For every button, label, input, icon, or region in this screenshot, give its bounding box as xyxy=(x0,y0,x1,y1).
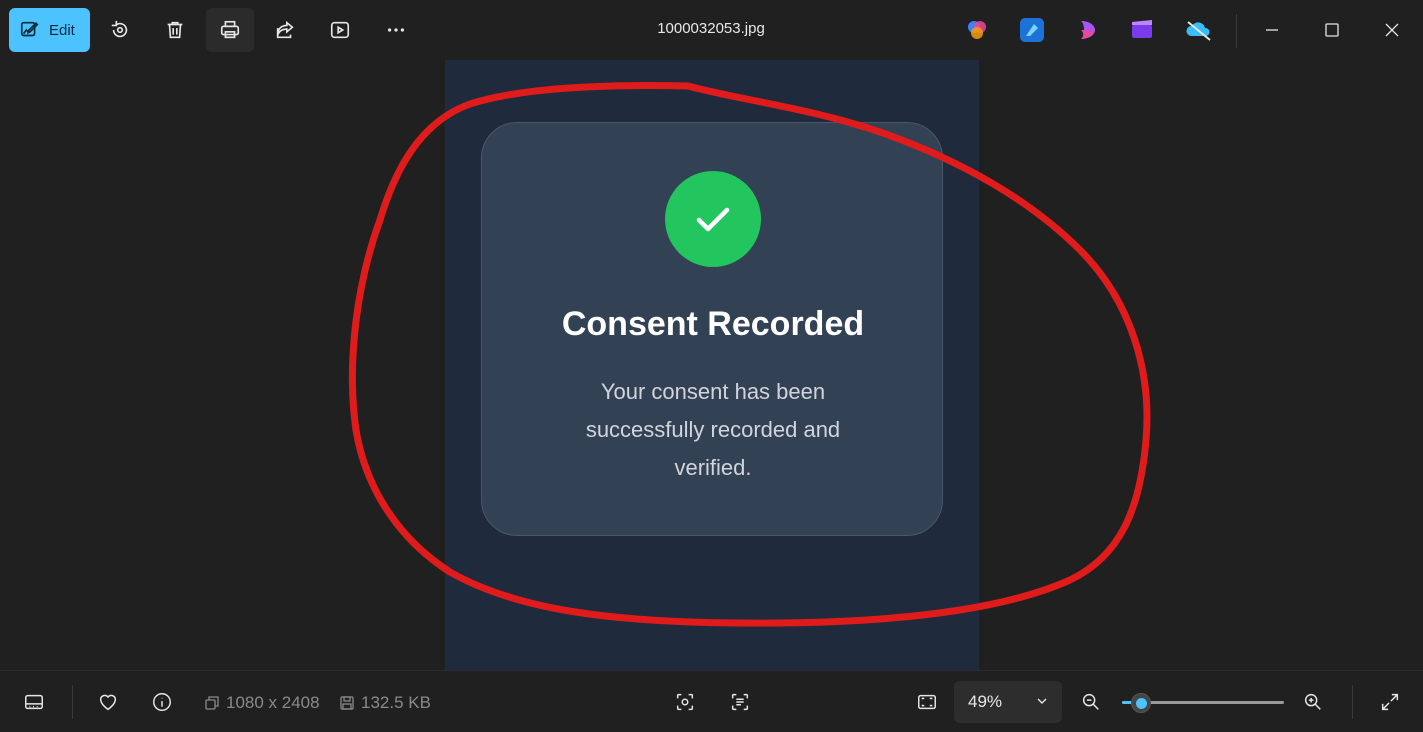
fullscreen-button[interactable] xyxy=(1370,683,1410,721)
zoom-in-button[interactable] xyxy=(1293,683,1333,721)
fullscreen-icon xyxy=(1381,693,1399,711)
info-button[interactable] xyxy=(142,683,182,721)
designer-icon[interactable] xyxy=(1020,18,1044,42)
minimize-button[interactable] xyxy=(1252,10,1292,50)
print-button[interactable] xyxy=(206,8,254,52)
fit-to-window-button[interactable] xyxy=(907,683,947,721)
edit-button[interactable]: Edit xyxy=(9,8,90,52)
zoom-level-value: 49% xyxy=(968,692,1003,711)
title-toolbar: Edit 1000032053.jpg xyxy=(0,0,1423,60)
favorite-icon xyxy=(99,694,117,711)
zoom-out-button[interactable] xyxy=(1071,683,1111,721)
filmstrip-button[interactable] xyxy=(14,683,54,721)
save-size-icon xyxy=(340,696,354,710)
maximize-button[interactable] xyxy=(1312,10,1352,50)
info-icon xyxy=(153,693,171,711)
file-size-value: 132.5 KB xyxy=(361,693,431,712)
filmstrip-icon xyxy=(25,694,43,710)
file-name-title: 1000032053.jpg xyxy=(657,20,765,37)
copilot-icon[interactable] xyxy=(965,18,989,42)
fit-window-icon xyxy=(918,694,936,710)
statusbar-divider-2 xyxy=(1352,685,1353,719)
close-icon xyxy=(1385,23,1399,37)
photo-content: Consent Recorded Your consent has been s… xyxy=(445,60,979,670)
share-button[interactable] xyxy=(261,8,309,52)
rotate-icon xyxy=(111,20,128,38)
share-icon xyxy=(276,20,294,39)
visual-search-button[interactable] xyxy=(665,683,705,721)
edit-label: Edit xyxy=(49,21,75,39)
image-dimensions: 1080 x 2408 xyxy=(204,693,320,713)
zoom-level-dropdown[interactable]: 49% xyxy=(954,681,1062,723)
statusbar-divider xyxy=(72,685,73,719)
card-message: Your consent has been successfully recor… xyxy=(585,379,841,480)
file-size: 132.5 KB xyxy=(339,693,431,713)
text-scan-icon xyxy=(731,693,749,711)
maximize-icon xyxy=(1325,23,1339,37)
zoom-slider-thumb[interactable] xyxy=(1131,693,1151,713)
card-title: Consent Recorded xyxy=(561,305,865,343)
edit-icon xyxy=(20,21,39,37)
rotate-button[interactable] xyxy=(96,8,144,52)
chevron-down-icon xyxy=(1037,698,1047,704)
status-bar: 1080 x 2408 132.5 KB 49% xyxy=(0,670,1423,732)
zoom-in-icon xyxy=(1304,693,1321,710)
checkmark-icon xyxy=(696,207,730,232)
dimensions-value: 1080 x 2408 xyxy=(226,693,320,712)
print-icon xyxy=(220,20,240,39)
more-options-button[interactable] xyxy=(372,8,420,52)
clipchamp-icon[interactable] xyxy=(1076,18,1100,42)
slideshow-icon xyxy=(330,21,350,39)
zoom-slider[interactable] xyxy=(1122,693,1284,713)
more-icon xyxy=(387,28,405,32)
text-scan-button[interactable] xyxy=(720,683,760,721)
visual-search-icon xyxy=(676,693,694,711)
slideshow-button[interactable] xyxy=(316,8,364,52)
minimize-icon xyxy=(1266,29,1278,31)
delete-icon xyxy=(167,21,183,39)
zoom-out-icon xyxy=(1082,693,1099,710)
close-button[interactable] xyxy=(1372,10,1412,50)
favorite-button[interactable] xyxy=(88,683,128,721)
toolbar-divider xyxy=(1236,14,1237,48)
onedrive-icon[interactable] xyxy=(1185,18,1211,42)
consent-card: Consent Recorded Your consent has been s… xyxy=(481,122,943,536)
dimensions-icon xyxy=(205,696,219,710)
video-editor-icon[interactable] xyxy=(1130,18,1154,42)
delete-button[interactable] xyxy=(151,8,199,52)
success-badge xyxy=(665,171,761,267)
image-viewer[interactable]: Consent Recorded Your consent has been s… xyxy=(0,60,1423,670)
